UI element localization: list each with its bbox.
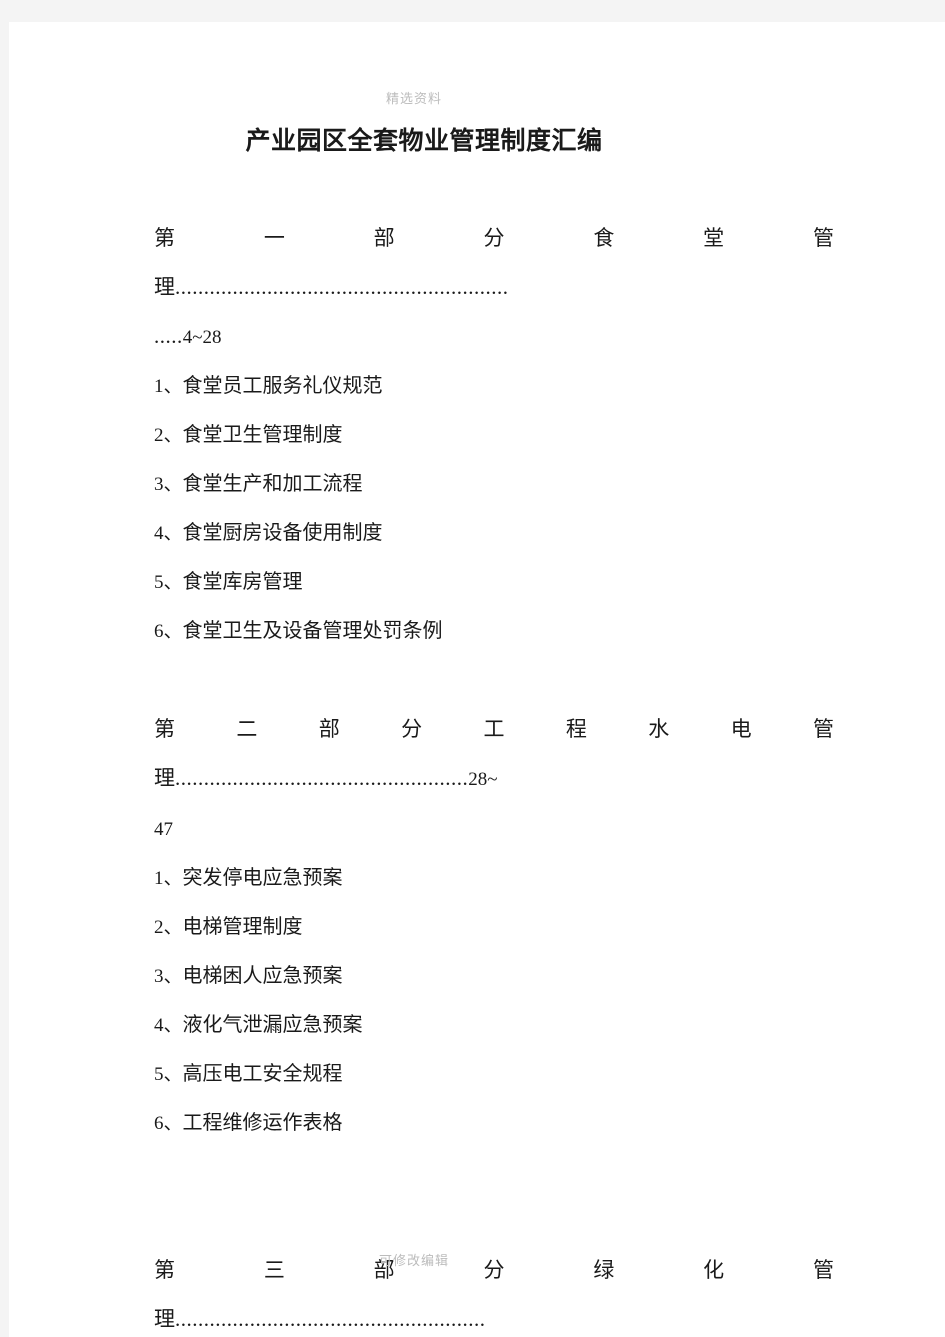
section-3-wrap-char: 理 (154, 1307, 175, 1331)
list-item: 3、电梯困人应急预案 (154, 952, 834, 1001)
list-item-label: 食堂厨房设备使用制度 (182, 522, 383, 544)
section-2-char-8: 管 (813, 717, 834, 741)
list-item-label: 食堂卫生管理制度 (182, 424, 343, 446)
section-heading-3-line2: 理.......................................… (154, 1295, 834, 1337)
document-page: 精选资料 产业园区全套物业管理制度汇编 第 一 部 分 食 堂 管 理.....… (9, 22, 945, 1337)
list-item-label: 食堂库房管理 (182, 571, 303, 593)
section-1-page-range: 4~28 (182, 327, 222, 348)
list-item-label: 液化气泄漏应急预案 (182, 1014, 363, 1036)
list-item: 6、食堂卫生及设备管理处罚条例 (154, 607, 834, 656)
list-item-number: 4、 (154, 1015, 183, 1036)
list-item-number: 5、 (154, 1064, 183, 1085)
section-2-char-3: 分 (401, 717, 423, 741)
list-item-number: 2、 (154, 425, 183, 446)
section-1-leader-tail: ..... (154, 324, 183, 348)
list-item-number: 2、 (154, 917, 183, 938)
list-item: 2、电梯管理制度 (154, 903, 834, 952)
section-heading-1: 第 一 部 分 食 堂 管 理.........................… (154, 214, 834, 362)
list-item-number: 5、 (154, 572, 183, 593)
section-2-char-2: 部 (318, 717, 340, 741)
list-item-number: 1、 (154, 868, 183, 889)
list-item-number: 6、 (154, 1113, 183, 1134)
list-item-label: 突发停电应急预案 (182, 867, 343, 889)
list-item: 6、工程维修运作表格 (154, 1099, 834, 1148)
list-item: 2、食堂卫生管理制度 (154, 411, 834, 460)
list-item-label: 电梯管理制度 (182, 916, 303, 938)
section-1-char-1: 一 (263, 226, 285, 250)
list-item: 1、食堂员工服务礼仪规范 (154, 362, 834, 411)
section-1-char-0: 第 (154, 226, 175, 250)
section-2-page-range-end: 47 (154, 819, 173, 840)
section-1-char-6: 管 (812, 226, 834, 250)
section-2-char-4: 工 (483, 717, 505, 741)
list-item: 1、突发停电应急预案 (154, 854, 834, 903)
section-1-leader: ........................................… (175, 275, 509, 299)
list-item: 4、食堂厨房设备使用制度 (154, 509, 834, 558)
section-2-char-7: 电 (730, 717, 752, 741)
watermark-header: 精选资料 (385, 91, 442, 106)
section-heading-1-line3: .....4~28 (154, 312, 834, 362)
list-item-label: 食堂员工服务礼仪规范 (182, 375, 383, 397)
section-heading-1-line1: 第 一 部 分 食 堂 管 (154, 214, 834, 263)
list-item: 5、食堂库房管理 (154, 558, 834, 607)
list-item-number: 4、 (154, 523, 183, 544)
section-heading-2-line2: 理.......................................… (154, 754, 834, 804)
section-1-char-5: 堂 (703, 226, 725, 250)
section-2-page-range-start: 28~ (468, 769, 498, 790)
section-3-leader: ........................................… (175, 1307, 486, 1331)
list-item-label: 电梯困人应急预案 (182, 965, 343, 987)
section-heading-2: 第 二 部 分 工 程 水 电 管 理.....................… (154, 705, 834, 854)
list-item-number: 6、 (154, 621, 183, 642)
list-item-number: 3、 (154, 966, 183, 987)
section-heading-1-line2: 理.......................................… (154, 263, 834, 312)
section-1-char-2: 部 (373, 226, 395, 250)
section-1-char-4: 食 (593, 226, 615, 250)
list-item-label: 工程维修运作表格 (182, 1112, 343, 1134)
page-title: 产业园区全套物业管理制度汇编 (245, 128, 603, 155)
section-2-char-6: 水 (648, 717, 670, 741)
list-item: 4、液化气泄漏应急预案 (154, 1001, 834, 1050)
list-item: 3、食堂生产和加工流程 (154, 460, 834, 509)
section-2-char-0: 第 (154, 717, 175, 741)
list-item: 5、高压电工安全规程 (154, 1050, 834, 1099)
section-1-char-3: 分 (483, 226, 505, 250)
list-item-label: 高压电工安全规程 (182, 1063, 343, 1085)
table-of-contents: 第 一 部 分 食 堂 管 理.........................… (154, 214, 834, 1337)
section-2-leader: ........................................… (175, 766, 469, 790)
section-heading-2-line1: 第 二 部 分 工 程 水 电 管 (154, 705, 834, 754)
list-item-label: 食堂卫生及设备管理处罚条例 (182, 620, 443, 642)
list-item-number: 3、 (154, 474, 183, 495)
section-2-wrap-char: 理 (154, 766, 175, 790)
watermark-footer: 可修改编辑 (378, 1253, 449, 1268)
list-item-label: 食堂生产和加工流程 (182, 473, 363, 495)
section-heading-2-line3: 47 (154, 804, 834, 854)
section-2-char-5: 程 (565, 717, 587, 741)
section-1-wrap-char: 理 (154, 275, 175, 299)
section-2-char-1: 二 (236, 717, 258, 741)
list-item-number: 1、 (154, 376, 183, 397)
